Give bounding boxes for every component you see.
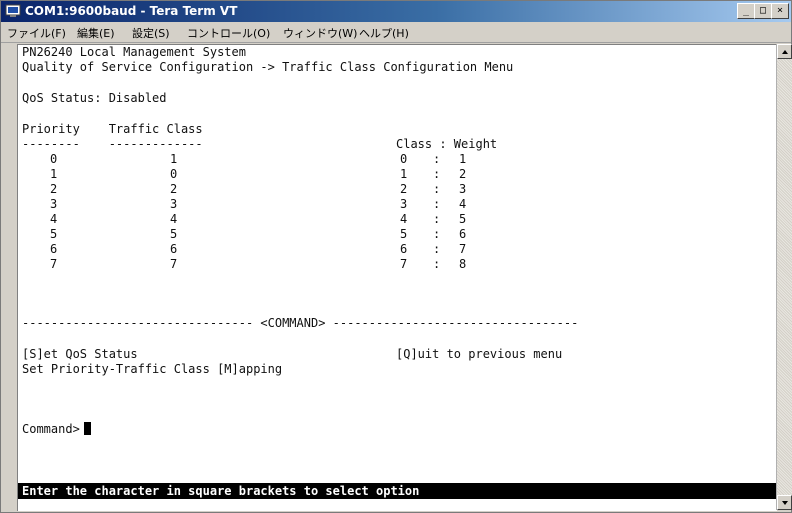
priority-cell: 5 [50,227,58,241]
menu-edit[interactable]: 編集(E) [77,25,115,41]
weight-cell: 7 [459,242,467,256]
priority-cell: 7 [50,257,58,271]
priority-cell: 3 [50,197,58,211]
priority-cell: 2 [50,182,58,196]
traffic-class-cell: 5 [170,227,178,241]
separator-cell: : [433,197,441,211]
window-title: COM1:9600baud - Tera Term VT [25,4,238,18]
traffic-class-cell: 0 [170,167,178,181]
class-cell: 3 [400,197,408,211]
system-name: PN26240 Local Management System [22,45,246,59]
separator-cell: : [433,242,441,256]
weight-cell: 4 [459,197,467,211]
menu-bar: ファイル(F) 編集(E) 設定(S) コントロール(O) ウィンドウ(W) ヘ… [1,22,791,43]
text-cursor [83,422,91,435]
menu-settings[interactable]: 設定(S) [132,25,170,41]
separator-cell: : [433,182,441,196]
separator-cell: : [433,212,441,226]
status-hint: Enter the character in square brackets t… [22,484,420,498]
class-cell: 6 [400,242,408,256]
command-set-mapping: Set Priority-Traffic Class [M]apping [22,362,283,376]
separator-cell: : [433,227,441,241]
priority-cell: 6 [50,242,58,256]
weight-cell: 2 [459,167,467,181]
traffic-class-cell: 4 [170,212,178,226]
weight-cell: 1 [459,152,467,166]
menu-control[interactable]: コントロール(O) [187,25,270,41]
class-cell: 5 [400,227,408,241]
terminal-app-icon [5,4,21,17]
class-cell: 0 [400,152,408,166]
vertical-scrollbar[interactable] [776,44,792,510]
menu-help[interactable]: ヘルプ(H) [359,25,409,41]
close-button[interactable]: × [771,3,789,19]
weight-cell: 5 [459,212,467,226]
qos-status: QoS Status: Disabled [22,91,167,105]
title-bar[interactable]: COM1:9600baud - Tera Term VT _ □ × [1,1,791,22]
traffic-class-cell: 7 [170,257,178,271]
weight-header: Class : Weight [396,137,498,151]
class-cell: 2 [400,182,408,196]
class-cell: 4 [400,212,408,226]
traffic-class-cell: 3 [170,197,178,211]
menu-window[interactable]: ウィンドウ(W) [283,25,357,41]
priority-cell: 0 [50,152,58,166]
mapping-underline: -------- ------------- [22,137,203,151]
weight-cell: 3 [459,182,467,196]
scroll-down-arrow-icon[interactable] [777,495,792,510]
tera-term-window: COM1:9600baud - Tera Term VT _ □ × ファイル(… [0,0,792,513]
command-prompt: Command> [22,422,80,436]
maximize-button[interactable]: □ [754,3,772,19]
traffic-class-cell: 2 [170,182,178,196]
priority-cell: 4 [50,212,58,226]
separator-cell: : [433,152,441,166]
mapping-header: Priority Traffic Class [22,122,203,136]
command-set-qos-status: [S]et QoS Status [22,347,138,361]
separator-cell: : [433,257,441,271]
scroll-up-arrow-icon[interactable] [777,44,792,59]
class-cell: 7 [400,257,408,271]
weight-cell: 6 [459,227,467,241]
weight-cell: 8 [459,257,467,271]
traffic-class-cell: 1 [170,152,178,166]
terminal-screen[interactable]: PN26240 Local Management System Quality … [17,44,777,511]
command-divider: -------------------------------- <COMMAN… [22,316,579,330]
minimize-button[interactable]: _ [737,3,755,19]
status-bar: Enter the character in square brackets t… [18,483,777,499]
traffic-class-cell: 6 [170,242,178,256]
command-quit: [Q]uit to previous menu [396,347,563,361]
class-cell: 1 [400,167,408,181]
separator-cell: : [433,167,441,181]
menu-breadcrumb: Quality of Service Configuration -> Traf… [22,60,514,74]
command-prompt-line[interactable]: Command> [22,422,91,437]
menu-file[interactable]: ファイル(F) [7,25,66,41]
priority-cell: 1 [50,167,58,181]
